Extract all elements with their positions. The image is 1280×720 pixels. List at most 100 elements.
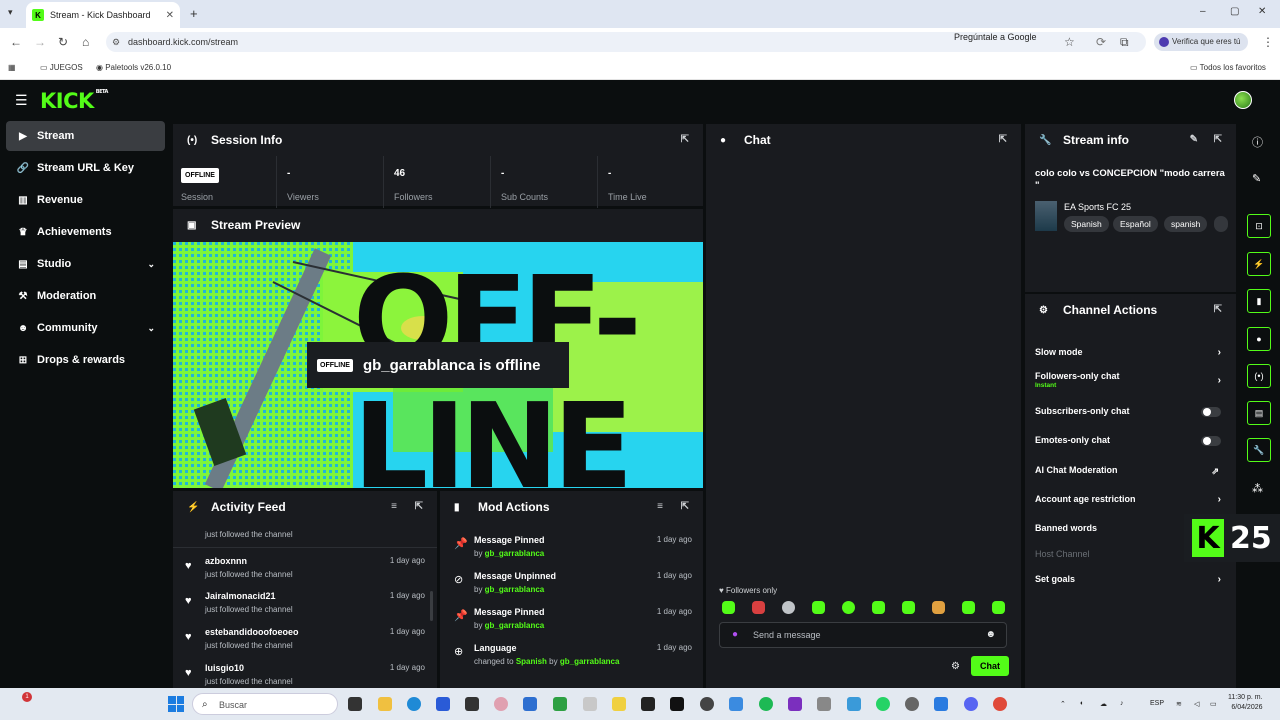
chrome-icon[interactable]: [993, 697, 1007, 711]
popout-icon[interactable]: ⇱: [681, 501, 689, 512]
spotify-icon[interactable]: [759, 697, 773, 711]
emote[interactable]: [782, 601, 795, 614]
sidebar-item-moderation[interactable]: ⚒ Moderation: [6, 281, 165, 311]
taskbar-search[interactable]: ⌕ Buscar: [192, 693, 338, 715]
volume-icon[interactable]: ◁: [1194, 700, 1199, 708]
reload-icon[interactable]: ↻: [58, 35, 68, 49]
app-icon[interactable]: [523, 697, 537, 711]
tray-icon[interactable]: ☁: [1100, 700, 1107, 708]
minimize-icon[interactable]: –: [1200, 6, 1206, 17]
app-icon[interactable]: [494, 697, 508, 711]
app-icon[interactable]: [700, 697, 714, 711]
app-icon[interactable]: [817, 697, 831, 711]
edit-pencil-icon[interactable]: ✎: [1190, 134, 1198, 145]
new-tab-icon[interactable]: +: [190, 6, 198, 21]
all-favorites-folder[interactable]: ▭ Todos los favoritos: [1190, 63, 1266, 72]
ask-google-button[interactable]: Pregúntale a Google: [954, 32, 1037, 42]
rail-layout-button[interactable]: ▤: [1247, 401, 1271, 425]
battery-icon[interactable]: ▭: [1210, 700, 1217, 708]
taskbar-clock[interactable]: 11:30 p. m. 6/04/2026: [1228, 693, 1263, 713]
settings-icon[interactable]: [905, 697, 919, 711]
bookmark-paletools[interactable]: ◉ Paletools v26.0.10: [96, 63, 171, 72]
discord-icon[interactable]: [964, 697, 978, 711]
user-avatar[interactable]: [1234, 91, 1252, 109]
rail-chat-button[interactable]: ●: [1247, 327, 1271, 351]
sidebar-item-revenue[interactable]: ▥ Revenue: [6, 185, 165, 215]
chat-input[interactable]: ● Send a message ☻: [719, 622, 1007, 648]
send-chat-button[interactable]: Chat: [971, 656, 1009, 676]
sidebar-item-community[interactable]: ☻ Community ⌄: [6, 313, 165, 343]
close-window-icon[interactable]: ✕: [1258, 6, 1266, 17]
emote[interactable]: [962, 601, 975, 614]
slow-mode-row[interactable]: Slow mode ›: [1035, 347, 1225, 358]
hamburger-menu-icon[interactable]: ☰: [15, 92, 28, 109]
share-icon[interactable]: ⁂: [1252, 482, 1263, 495]
tray-chevron-icon[interactable]: ⌃: [1060, 700, 1066, 708]
wifi-icon[interactable]: ≋: [1176, 700, 1182, 708]
app-icon[interactable]: [847, 697, 861, 711]
rail-bolt-button[interactable]: ⚡: [1247, 252, 1271, 276]
popout-icon[interactable]: ⇱: [1214, 134, 1222, 145]
sidebar-item-stream-url-key[interactable]: 🔗 Stream URL & Key: [6, 153, 165, 183]
set-goals-row[interactable]: Set goals ›: [1035, 574, 1225, 585]
ai-chat-moderation-row[interactable]: AI Chat Moderation ⇗: [1035, 465, 1225, 476]
rail-wrench-button[interactable]: 🔧: [1247, 438, 1271, 462]
site-info-icon[interactable]: ⚙: [112, 32, 120, 52]
tiktok-icon[interactable]: [670, 697, 684, 711]
emote[interactable]: [932, 601, 945, 614]
xbox-icon[interactable]: [553, 697, 567, 711]
sidebar-item-achievements[interactable]: ♛ Achievements: [6, 217, 165, 247]
tab-list-icon[interactable]: ▾: [8, 7, 13, 18]
forward-icon[interactable]: →: [34, 35, 46, 49]
chat-settings-gear-icon[interactable]: ⚙: [951, 661, 960, 672]
rail-clipboard-button[interactable]: ▮: [1247, 289, 1271, 313]
back-icon[interactable]: ←: [10, 35, 22, 49]
subscribers-only-toggle[interactable]: [1201, 407, 1221, 417]
rail-broadcast-button[interactable]: (•): [1247, 364, 1271, 388]
app-icon[interactable]: [641, 697, 655, 711]
feed-scrollbar[interactable]: [430, 591, 433, 621]
emoji-icon[interactable]: ☻: [985, 629, 996, 640]
tray-icon[interactable]: ♪: [1120, 700, 1124, 707]
extensions-icon[interactable]: ⧉: [1120, 35, 1129, 50]
popout-icon[interactable]: ⇱: [415, 501, 423, 512]
tray-icon[interactable]: ◐: [1080, 700, 1084, 707]
game-name[interactable]: EA Sports FC 25: [1064, 202, 1131, 212]
info-icon[interactable]: ⓘ: [1252, 134, 1263, 150]
emote[interactable]: [872, 601, 885, 614]
profile-verify-button[interactable]: Verifica que eres tú: [1154, 33, 1249, 51]
emote[interactable]: [812, 601, 825, 614]
app-icon[interactable]: [465, 697, 479, 711]
kick-logo[interactable]: KICK BETA: [40, 89, 108, 113]
sidebar-item-stream[interactable]: ▶ Stream: [6, 121, 165, 151]
microphone-icon[interactable]: ●: [732, 629, 738, 640]
browser-menu-icon[interactable]: ⋮: [1262, 35, 1274, 49]
language-indicator[interactable]: ESP: [1150, 700, 1164, 707]
translate-icon[interactable]: ⟳: [1096, 35, 1106, 49]
followers-only-chat-row[interactable]: Followers-only chat Instant ›: [1035, 371, 1225, 389]
popout-icon[interactable]: ⇱: [1214, 304, 1222, 315]
emote[interactable]: [902, 601, 915, 614]
app-icon[interactable]: [729, 697, 743, 711]
edit-pencil-icon[interactable]: ✎: [1252, 172, 1261, 185]
app-icon[interactable]: [583, 697, 597, 711]
maximize-icon[interactable]: ▢: [1230, 6, 1239, 17]
bookmark-folder-juegos[interactable]: ▭ JUEGOS: [40, 63, 83, 72]
bookmark-star-icon[interactable]: ☆: [1064, 35, 1075, 49]
emote[interactable]: [842, 601, 855, 614]
emote[interactable]: [722, 601, 735, 614]
filter-icon[interactable]: ≡: [657, 501, 663, 512]
home-icon[interactable]: ⌂: [82, 35, 89, 49]
sidebar-item-drops-rewards[interactable]: ⊞ Drops & rewards: [6, 345, 165, 375]
windows-start-icon[interactable]: [168, 696, 184, 712]
app-icon[interactable]: [934, 697, 948, 711]
browser-tab[interactable]: K Stream - Kick Dashboard ✕: [26, 2, 180, 28]
whatsapp-icon[interactable]: [876, 697, 890, 711]
task-view-icon[interactable]: [348, 697, 362, 711]
emotes-only-toggle[interactable]: [1201, 436, 1221, 446]
filter-icon[interactable]: ≡: [391, 501, 397, 512]
apps-grid-icon[interactable]: ▦: [8, 63, 16, 72]
popout-icon[interactable]: ⇱: [999, 134, 1007, 145]
sidebar-item-studio[interactable]: ▤ Studio ⌄: [6, 249, 165, 279]
file-explorer-icon[interactable]: [378, 697, 392, 711]
